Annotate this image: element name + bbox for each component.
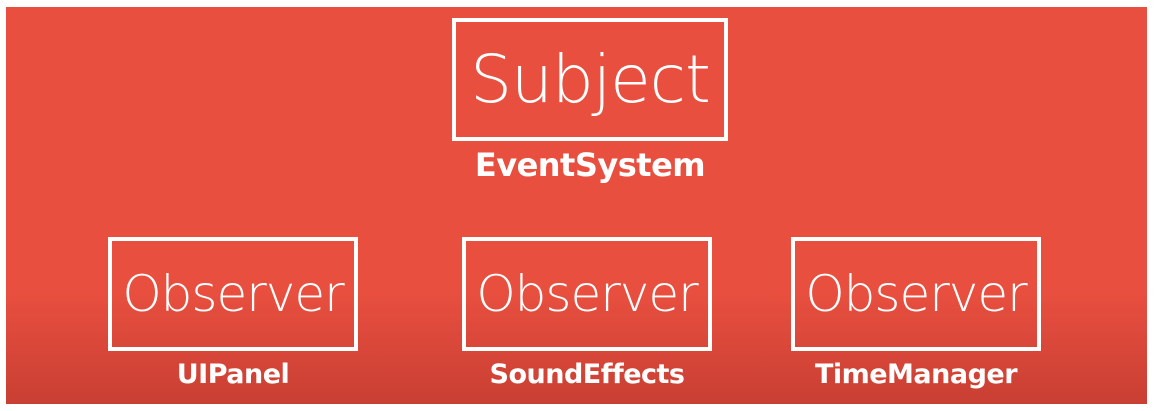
slide-frame: Subject EventSystem Observer UIPanel Obs… bbox=[0, 0, 1156, 411]
subject-box: Subject bbox=[452, 18, 728, 141]
observer-box-text: Observer bbox=[122, 265, 344, 323]
observer-box: Observer bbox=[108, 237, 358, 351]
subject-caption: EventSystem bbox=[474, 146, 706, 184]
observer-box: Observer bbox=[462, 237, 712, 351]
observer-box-text: Observer bbox=[805, 265, 1027, 323]
observer-box-text: Observer bbox=[476, 265, 698, 323]
observer-caption-uipanel: UIPanel bbox=[176, 359, 290, 390]
diagram-panel: Subject EventSystem Observer UIPanel Obs… bbox=[6, 7, 1147, 404]
observer-box: Observer bbox=[791, 237, 1041, 351]
subject-box-text: Subject bbox=[470, 41, 711, 118]
observer-caption-soundeffects: SoundEffects bbox=[489, 359, 686, 390]
observer-caption-timemanager: TimeManager bbox=[814, 359, 1018, 390]
